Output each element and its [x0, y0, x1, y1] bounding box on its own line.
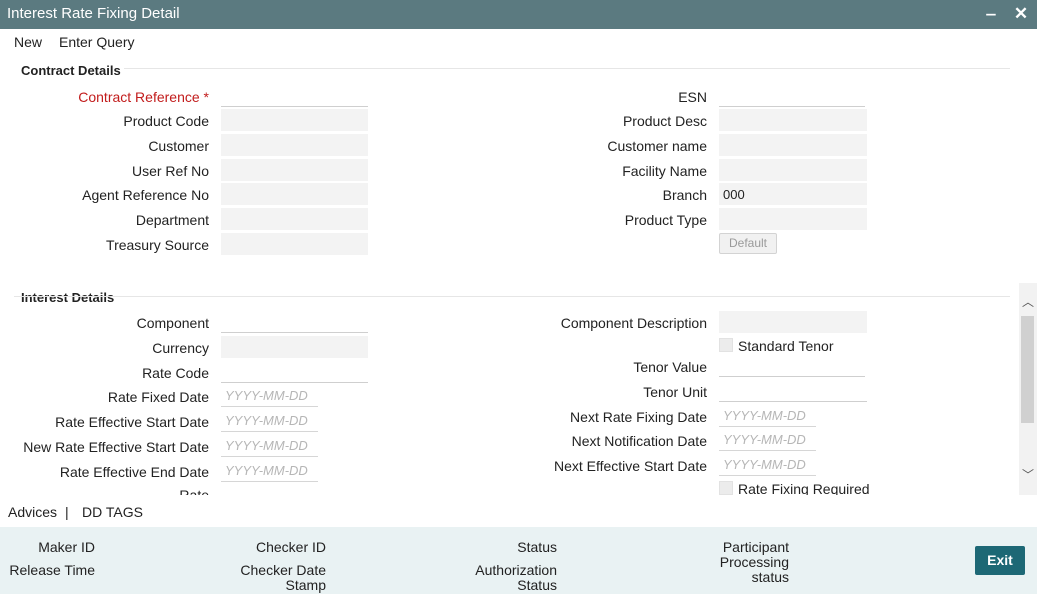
- customer-field: [221, 134, 368, 156]
- dd-tags-link[interactable]: DD TAGS: [82, 504, 143, 520]
- product-desc-field: [719, 109, 867, 131]
- component-description-field: [719, 311, 867, 333]
- tenor-value-input[interactable]: [719, 355, 865, 377]
- advices-link[interactable]: Advices: [8, 504, 57, 520]
- customer-name-field: [719, 134, 867, 156]
- agent-reference-no-field: [221, 183, 368, 205]
- facility-name-field: [719, 159, 867, 181]
- checker-id-label: Checker ID: [255, 539, 326, 555]
- department-field: [221, 208, 368, 230]
- section-divider: [14, 296, 1010, 297]
- checker-date-stamp-label: Checker Date Stamp: [240, 562, 326, 593]
- participant-processing-status-label: Participant Processing status: [719, 539, 789, 585]
- currency-label: Currency: [152, 340, 209, 356]
- department-label: Department: [135, 212, 209, 228]
- close-icon[interactable]: ✕: [1011, 3, 1031, 25]
- next-rate-fixing-date-label: Next Rate Fixing Date: [570, 409, 707, 425]
- customer-name-label: Customer name: [607, 138, 707, 154]
- rate-code-label: Rate Code: [142, 365, 209, 381]
- rate-fixed-date-label: Rate Fixed Date: [107, 389, 209, 405]
- branch-field: [719, 183, 867, 205]
- rate-effective-end-date-input[interactable]: [221, 460, 318, 482]
- rate-code-input[interactable]: [221, 361, 368, 383]
- product-desc-label: Product Desc: [622, 113, 707, 129]
- release-time-label: Release Time: [9, 562, 95, 578]
- scroll-down-icon[interactable]: ﹀: [1019, 467, 1037, 483]
- rate-effective-start-date-input[interactable]: [221, 410, 318, 432]
- treasury-source-field: [221, 233, 368, 255]
- rate-fixing-required-label: Rate Fixing Required: [738, 481, 870, 495]
- product-code-field: [221, 109, 368, 131]
- exit-button[interactable]: Exit: [975, 546, 1025, 575]
- window-title: Interest Rate Fixing Detail: [7, 5, 180, 22]
- audit-panel: Maker ID Release Time Checker ID Checker…: [0, 527, 1037, 594]
- next-rate-fixing-date-input[interactable]: [719, 405, 816, 427]
- user-ref-no-label: User Ref No: [131, 163, 209, 179]
- new-rate-effective-start-date-label: New Rate Effective Start Date: [23, 439, 209, 455]
- menu-bar: New Enter Query: [0, 29, 1037, 55]
- maker-id-label: Maker ID: [38, 539, 95, 555]
- rate-fixed-date-input[interactable]: [221, 385, 318, 407]
- agent-reference-no-label: Agent Reference No: [82, 187, 209, 203]
- rate-label: Rate: [179, 487, 209, 495]
- window-titlebar: Interest Rate Fixing Detail ‒ ✕: [0, 0, 1037, 29]
- authorization-status-label: Authorization Status: [475, 562, 557, 593]
- component-description-label: Component Description: [560, 315, 707, 331]
- tenor-unit-input[interactable]: [719, 380, 867, 402]
- enter-query-menu-item[interactable]: Enter Query: [59, 34, 134, 50]
- tenor-value-label: Tenor Value: [633, 359, 707, 375]
- product-type-label: Product Type: [624, 212, 707, 228]
- next-notification-date-label: Next Notification Date: [571, 433, 707, 449]
- status-label: Status: [517, 539, 557, 555]
- esn-label: ESN: [678, 89, 707, 105]
- next-notification-date-input[interactable]: [719, 429, 816, 451]
- tenor-unit-label: Tenor Unit: [643, 384, 707, 400]
- product-code-label: Product Code: [123, 113, 209, 129]
- new-menu-item[interactable]: New: [14, 34, 42, 50]
- esn-input[interactable]: [719, 85, 865, 107]
- scroll-up-icon[interactable]: ︿: [1019, 294, 1037, 310]
- scroll-thumb[interactable]: [1021, 316, 1034, 423]
- facility-name-label: Facility Name: [622, 163, 707, 179]
- link-separator: |: [65, 504, 69, 520]
- contract-reference-label: Contract Reference *: [78, 89, 209, 105]
- product-type-field: [719, 208, 867, 230]
- contract-reference-input[interactable]: [221, 85, 368, 107]
- contract-details-heading: Contract Details: [21, 63, 121, 78]
- footer-links: Advices | DD TAGS: [0, 500, 1037, 526]
- customer-label: Customer: [148, 138, 209, 154]
- new-rate-effective-start-date-input[interactable]: [221, 435, 318, 457]
- component-label: Component: [136, 315, 209, 331]
- standard-tenor-checkbox[interactable]: [719, 338, 733, 352]
- default-button[interactable]: Default: [719, 233, 777, 254]
- currency-field: [221, 336, 368, 358]
- rate-fixing-required-checkbox[interactable]: [719, 481, 733, 495]
- treasury-source-label: Treasury Source: [106, 237, 209, 253]
- rate-effective-start-date-label: Rate Effective Start Date: [55, 414, 209, 430]
- branch-label: Branch: [662, 187, 707, 203]
- interest-details-heading: Interest Details: [21, 290, 115, 305]
- next-effective-start-date-input[interactable]: [719, 454, 816, 476]
- section-divider: [124, 68, 1010, 69]
- interest-details-panel: Interest Details Component Currency Rate…: [0, 280, 1037, 495]
- standard-tenor-label: Standard Tenor: [738, 338, 834, 354]
- minimize-icon[interactable]: ‒: [981, 3, 1001, 25]
- rate-effective-end-date-label: Rate Effective End Date: [59, 464, 209, 480]
- next-effective-start-date-label: Next Effective Start Date: [553, 458, 707, 474]
- component-input[interactable]: [221, 311, 368, 333]
- user-ref-no-field: [221, 159, 368, 181]
